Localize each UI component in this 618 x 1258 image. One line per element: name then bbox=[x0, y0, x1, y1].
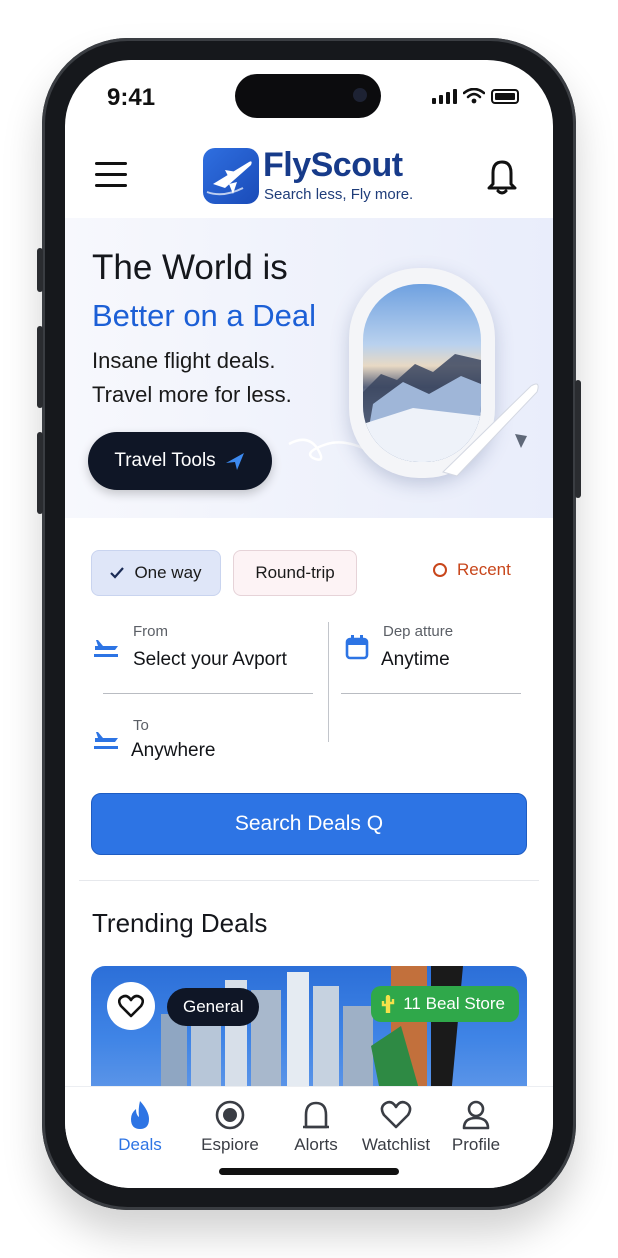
recent-link[interactable]: Recent bbox=[433, 560, 511, 580]
arrival-plane-icon bbox=[94, 732, 118, 749]
departure-label: Dep atture bbox=[383, 623, 454, 640]
tab-one-way[interactable]: One way bbox=[91, 550, 221, 596]
power-button bbox=[575, 380, 581, 498]
hero-subtext-2: Travel more for less. bbox=[92, 382, 292, 407]
home-indicator bbox=[219, 1168, 399, 1175]
nav-watchlist[interactable]: Watchlist bbox=[351, 1099, 441, 1155]
section-divider bbox=[79, 880, 539, 881]
favorite-button[interactable] bbox=[107, 982, 155, 1030]
calendar-icon bbox=[345, 635, 369, 660]
brand-tagline: Search less, Fly more. bbox=[264, 186, 414, 203]
alert-icon bbox=[303, 1101, 329, 1129]
logo-plane-icon bbox=[203, 148, 259, 204]
wifi-icon bbox=[463, 88, 485, 104]
signal-icon bbox=[432, 89, 457, 104]
dynamic-island bbox=[235, 74, 381, 118]
nav-alerts[interactable]: Alorts bbox=[271, 1099, 361, 1155]
travel-tools-label: Travel Tools bbox=[114, 450, 216, 471]
app-header: FlyScout Search less, Fly more. bbox=[65, 144, 553, 214]
search-deals-button[interactable]: Search Deals Q bbox=[91, 793, 527, 855]
battery-icon bbox=[491, 89, 519, 104]
store-badge-label: 11 Beal Store bbox=[403, 994, 505, 1013]
mute-switch bbox=[37, 248, 43, 292]
status-icons bbox=[432, 88, 519, 104]
nav-profile[interactable]: Profile bbox=[431, 1099, 521, 1155]
menu-icon[interactable] bbox=[95, 162, 127, 190]
nav-explore-label: Espiore bbox=[201, 1135, 259, 1154]
field-divider bbox=[328, 622, 329, 742]
from-label: From bbox=[133, 623, 168, 640]
cactus-icon bbox=[382, 995, 395, 1013]
nav-explore[interactable]: Espiore bbox=[185, 1099, 275, 1155]
profile-icon bbox=[462, 1100, 490, 1130]
airplane-wing-icon bbox=[442, 383, 539, 477]
volume-down-button bbox=[37, 432, 43, 514]
volume-up-button bbox=[37, 326, 43, 408]
to-label: To bbox=[133, 717, 149, 734]
store-badge: 11 Beal Store bbox=[371, 986, 519, 1022]
departure-underline bbox=[341, 693, 521, 694]
status-time: 9:41 bbox=[107, 84, 156, 111]
recent-label: Recent bbox=[457, 560, 511, 579]
bell-icon[interactable] bbox=[485, 156, 519, 196]
flame-icon bbox=[131, 1101, 149, 1129]
app-screen: 9:41 FlyScout Search less, Fly more. The… bbox=[65, 60, 553, 1188]
departure-field[interactable]: Anytime bbox=[381, 649, 450, 671]
to-field[interactable]: Anywhere bbox=[131, 740, 216, 762]
explore-icon bbox=[215, 1100, 245, 1130]
heart-outline-icon bbox=[380, 1100, 412, 1129]
from-underline bbox=[103, 693, 313, 694]
hero-banner: The World is Better on a Deal Insane fli… bbox=[65, 218, 553, 518]
recent-icon bbox=[433, 563, 447, 577]
nav-watchlist-label: Watchlist bbox=[361, 1135, 431, 1154]
tab-round-trip-label: Round-trip bbox=[255, 563, 335, 582]
travel-tools-button[interactable]: Travel Tools bbox=[88, 432, 272, 490]
camera-icon bbox=[353, 88, 367, 102]
nav-deals[interactable]: Deals bbox=[95, 1099, 185, 1155]
nav-deals-label: Deals bbox=[118, 1135, 162, 1154]
tab-one-way-label: One way bbox=[134, 563, 202, 582]
check-icon bbox=[110, 567, 125, 579]
tab-round-trip[interactable]: Round-trip bbox=[233, 550, 357, 596]
trending-title: Trending Deals bbox=[92, 908, 268, 938]
search-deals-label: Search Deals Q bbox=[234, 812, 384, 835]
hero-headline: The World is bbox=[92, 248, 288, 287]
brand-name: FlyScout bbox=[263, 146, 403, 184]
deal-card[interactable]: General 11 Beal Store bbox=[91, 966, 527, 1096]
heart-icon bbox=[118, 994, 144, 1018]
nav-alerts-label: Alorts bbox=[294, 1135, 338, 1154]
hero-subtext-1: Insane flight deals. bbox=[92, 348, 276, 373]
hero-highlight: Better on a Deal bbox=[92, 298, 317, 333]
nav-profile-label: Profile bbox=[451, 1135, 501, 1154]
departure-plane-icon bbox=[94, 640, 118, 657]
plane-icon bbox=[225, 453, 244, 470]
from-field[interactable]: Select your Avport bbox=[133, 649, 287, 671]
deal-category-badge: General bbox=[167, 988, 260, 1026]
